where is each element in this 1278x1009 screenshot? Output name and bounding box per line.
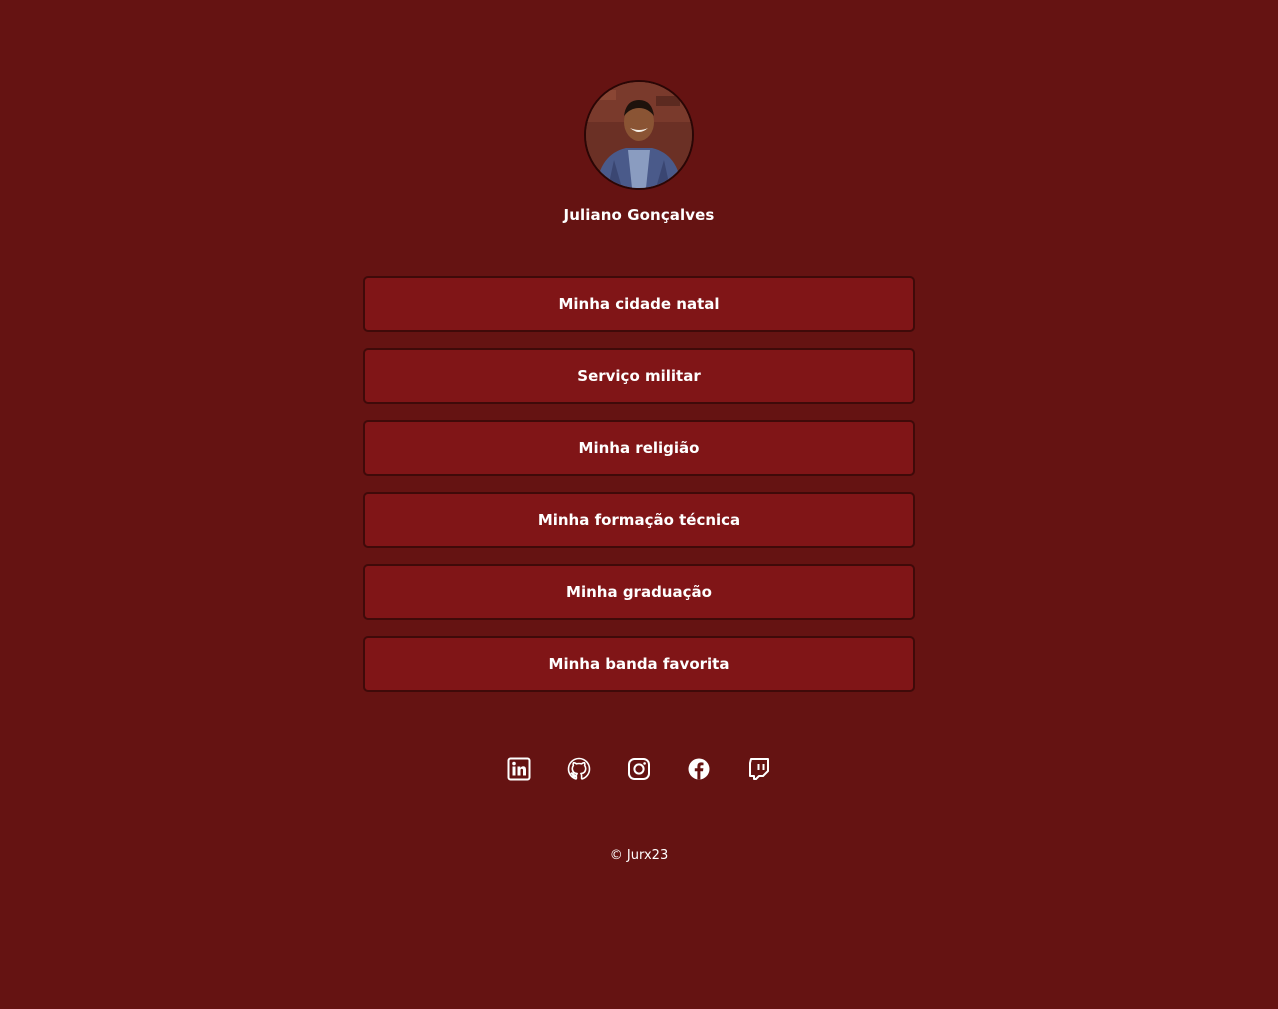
- link-button-formacao-tecnica[interactable]: Minha formação técnica: [363, 492, 915, 548]
- facebook-icon[interactable]: [687, 757, 711, 781]
- instagram-icon[interactable]: [627, 757, 651, 781]
- link-button-cidade-natal[interactable]: Minha cidade natal: [363, 276, 915, 332]
- link-list: Minha cidade natal Serviço militar Minha…: [363, 276, 915, 708]
- twitch-icon[interactable]: [747, 757, 771, 781]
- link-button-religiao[interactable]: Minha religião: [363, 420, 915, 476]
- link-button-graduacao[interactable]: Minha graduação: [363, 564, 915, 620]
- footer-copyright: © Jurx23: [609, 848, 669, 863]
- link-button-servico-militar[interactable]: Serviço militar: [363, 348, 915, 404]
- social-links: [0, 757, 1278, 781]
- profile-header: Juliano Gonçalves: [0, 80, 1278, 224]
- avatar: [584, 80, 694, 190]
- profile-name: Juliano Gonçalves: [563, 206, 715, 224]
- github-icon[interactable]: [567, 757, 591, 781]
- linkedin-icon[interactable]: [507, 757, 531, 781]
- link-button-banda-favorita[interactable]: Minha banda favorita: [363, 636, 915, 692]
- avatar-photo: [586, 82, 692, 188]
